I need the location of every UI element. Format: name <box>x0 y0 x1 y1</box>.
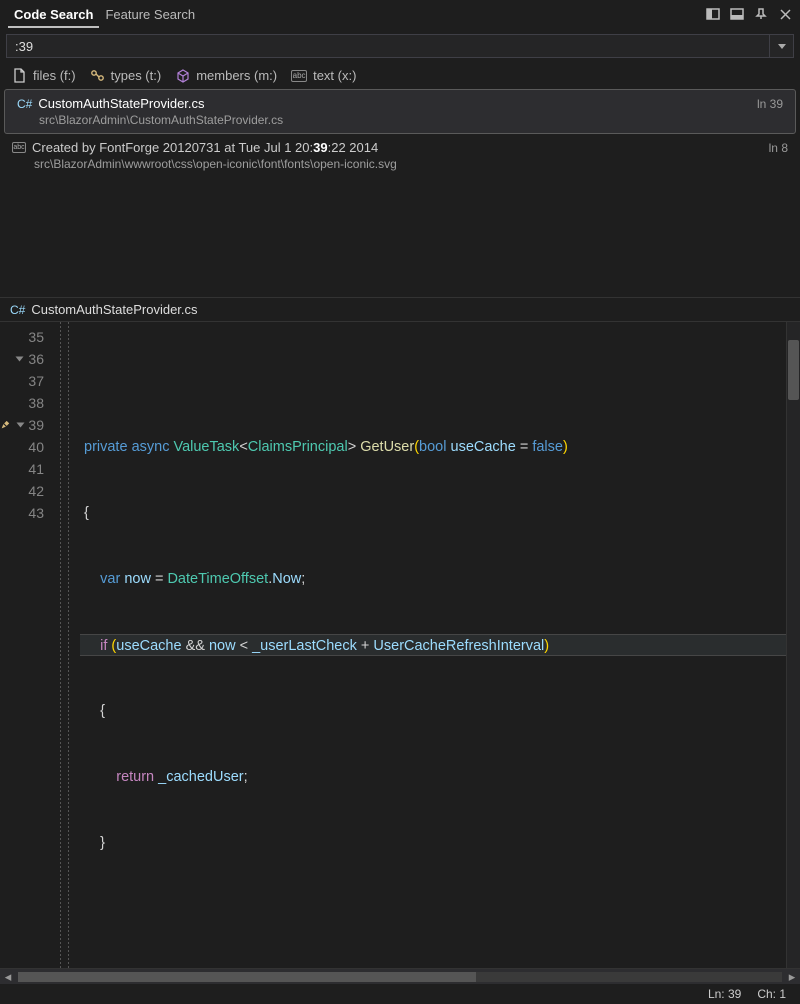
csharp-icon: C# <box>17 97 32 111</box>
filter-types-label: types (t:) <box>111 68 162 83</box>
result-name: CustomAuthStateProvider.cs <box>38 96 204 111</box>
csharp-icon: C# <box>10 303 25 317</box>
result-path: src\BlazorAdmin\wwwroot\css\open-iconic\… <box>12 155 788 171</box>
members-icon <box>175 68 190 83</box>
status-bar: Ln: 39 Ch: 1 <box>0 984 800 1004</box>
preview-header: C# CustomAuthStateProvider.cs <box>0 297 800 322</box>
dock-bottom-icon[interactable] <box>730 7 744 21</box>
filter-bar: files (f:) types (t:) members (m:) abc t… <box>0 62 800 89</box>
result-name: Created by FontForge 20120731 at Tue Jul… <box>32 140 378 155</box>
text-icon: abc <box>291 70 307 82</box>
search-history-dropdown[interactable] <box>769 35 793 57</box>
filter-members-label: members (m:) <box>196 68 277 83</box>
code-lines[interactable]: private async ValueTask<ClaimsPrincipal>… <box>80 322 800 968</box>
search-input[interactable] <box>7 39 769 54</box>
status-col: Ch: 1 <box>757 987 786 1001</box>
filter-files-label: files (f:) <box>33 68 76 83</box>
dock-left-icon[interactable] <box>706 7 720 21</box>
filter-text-label: text (x:) <box>313 68 356 83</box>
minimap-scrollbar[interactable] <box>786 322 800 968</box>
status-line: Ln: 39 <box>708 987 741 1001</box>
filter-members[interactable]: members (m:) <box>175 68 277 83</box>
fold-chevron-icon[interactable] <box>16 421 24 429</box>
code-preview: 35 36 37 38 39 40 41 42 43 private async… <box>0 322 800 968</box>
close-icon[interactable] <box>778 7 792 21</box>
pin-icon[interactable] <box>754 7 768 21</box>
result-list: C# CustomAuthStateProvider.cs ln 39 src\… <box>0 89 800 177</box>
filter-files[interactable]: files (f:) <box>12 68 76 83</box>
scroll-right-icon[interactable]: ▸ <box>784 969 800 985</box>
result-line: ln 39 <box>757 97 783 111</box>
indent-guides <box>56 322 80 968</box>
tab-feature-search[interactable]: Feature Search <box>99 1 201 28</box>
filter-text[interactable]: abc text (x:) <box>291 68 356 83</box>
tab-code-search[interactable]: Code Search <box>8 1 99 28</box>
result-item[interactable]: C# CustomAuthStateProvider.cs ln 39 src\… <box>4 89 796 134</box>
filter-types[interactable]: types (t:) <box>90 68 162 83</box>
result-item[interactable]: abc Created by FontForge 20120731 at Tue… <box>0 134 800 177</box>
gutter: 35 36 37 38 39 40 41 42 43 <box>0 322 56 968</box>
horizontal-scrollbar[interactable]: ◂ ▸ <box>0 968 800 984</box>
fold-chevron-icon[interactable] <box>14 355 24 363</box>
abc-icon: abc <box>12 142 26 153</box>
title-bar: Code Search Feature Search <box>0 0 800 28</box>
search-row <box>6 34 794 58</box>
window-buttons <box>706 7 792 21</box>
scroll-left-icon[interactable]: ◂ <box>0 969 16 985</box>
types-icon <box>90 68 105 83</box>
file-icon <box>12 68 27 83</box>
result-path: src\BlazorAdmin\CustomAuthStateProvider.… <box>17 111 783 127</box>
preview-filename: CustomAuthStateProvider.cs <box>31 302 197 317</box>
brush-icon <box>0 419 10 431</box>
result-line: ln 8 <box>769 141 788 155</box>
